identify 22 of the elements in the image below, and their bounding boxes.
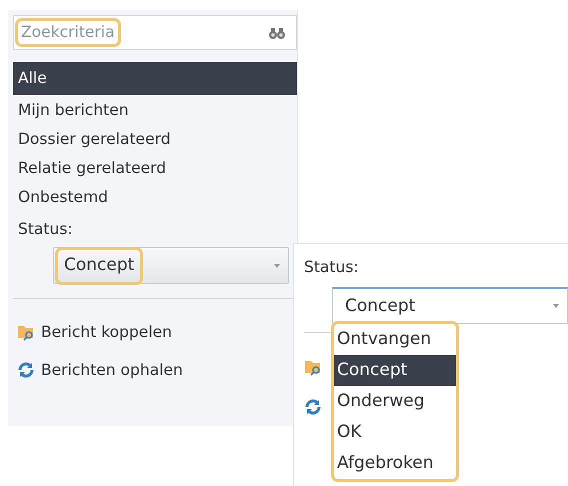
status-dropdown[interactable]: Concept xyxy=(53,247,289,284)
dropdown-option[interactable]: Concept xyxy=(334,355,456,386)
folder-search-icon xyxy=(304,358,322,376)
caret-icon xyxy=(274,264,280,268)
status-label: Status: xyxy=(17,219,74,240)
filter-item[interactable]: Alle xyxy=(13,62,297,95)
filter-item[interactable]: Dossier gerelateerd xyxy=(13,125,297,154)
action-link[interactable]: Bericht koppelen xyxy=(41,320,172,344)
action-link[interactable]: Berichten ophalen xyxy=(41,358,183,382)
filter-item[interactable]: Mijn berichten xyxy=(13,96,297,125)
refresh-icon xyxy=(17,361,35,380)
caret-icon xyxy=(553,304,559,308)
folder-search-icon xyxy=(17,323,35,342)
status-dropdown[interactable]: Concept xyxy=(332,287,568,324)
dropdown-option[interactable]: Afgebroken xyxy=(334,448,456,480)
status-label: Status: xyxy=(304,257,360,278)
filter-item[interactable]: Onbestemd xyxy=(13,183,297,212)
dropdown-option[interactable]: Onderweg xyxy=(334,386,456,418)
refresh-icon xyxy=(304,398,322,416)
dropdown-option[interactable]: OK xyxy=(334,417,456,448)
filter-item[interactable]: Relatie gerelateerd xyxy=(13,154,297,183)
dropdown-option[interactable]: Ontvangen xyxy=(334,324,456,356)
